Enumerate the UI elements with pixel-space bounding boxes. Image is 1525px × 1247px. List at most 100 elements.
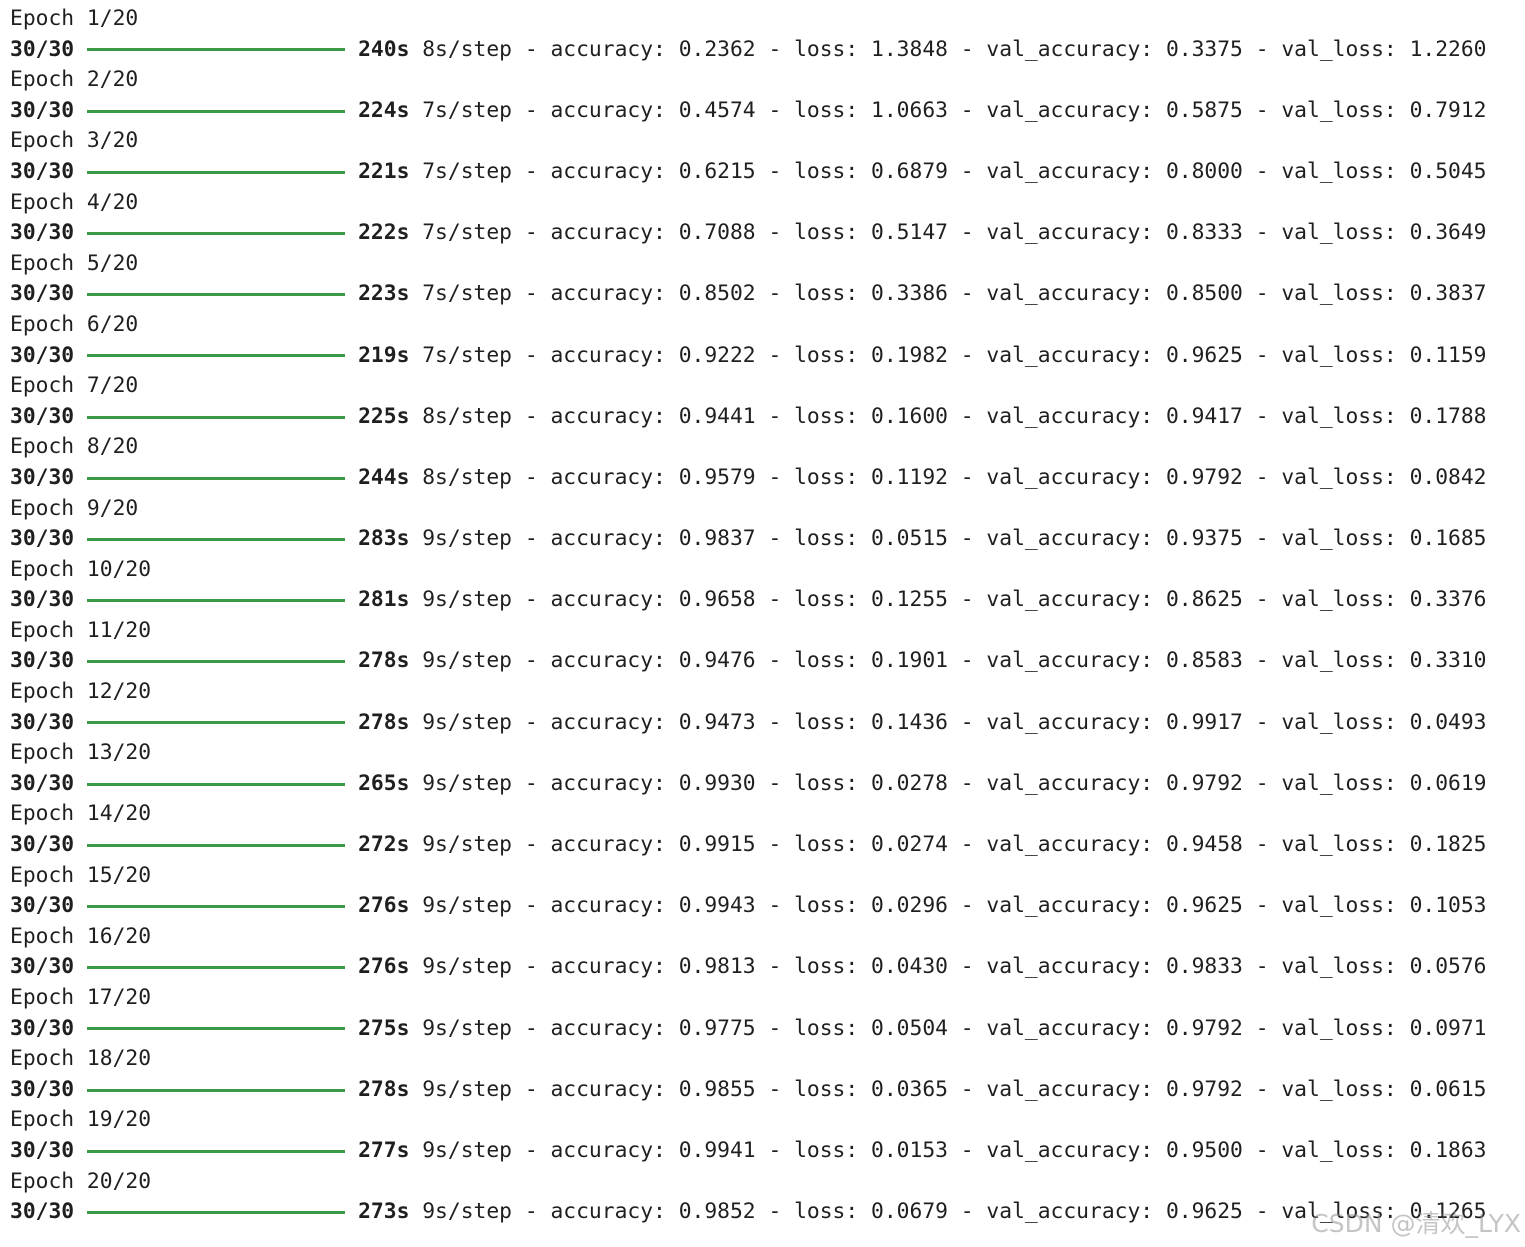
separator-text: - loss: [755,832,872,858]
separator-text [409,1197,422,1228]
separator-text: - accuracy: [512,526,679,552]
progress-bar [87,109,346,113]
separator-text: - loss: [755,97,872,123]
step-count: 30/30 [10,403,75,429]
val-accuracy-value: 0.9792 [1165,770,1243,796]
val-loss-value: 0.7912 [1409,97,1487,123]
epoch-summary-line: 30/30 283s 9s/step - accuracy: 0.9837 - l… [10,524,1487,555]
per-step-time: 9s/step [422,770,512,796]
loss-value: 1.0663 [871,97,948,123]
val-loss-value: 0.1159 [1409,342,1487,368]
separator-text [409,218,422,249]
epoch-header: Epoch 16/20 [10,923,152,949]
separator-text: - val_accuracy: [947,1137,1166,1163]
loss-value: 0.0296 [871,893,948,919]
per-step-time: 7s/step [422,342,512,368]
step-count: 30/30 [10,648,75,674]
epoch-summary-line: 30/30 240s 8s/step - accuracy: 0.2362 - l… [10,35,1487,66]
progress-bar [87,599,346,603]
val-accuracy-value: 0.3375 [1165,36,1243,62]
separator-text: - accuracy: [512,1137,679,1163]
val-loss-value: 0.5045 [1409,158,1487,184]
separator-text: - accuracy: [512,464,679,490]
val-loss-value: 0.0576 [1409,954,1487,980]
val-accuracy-value: 0.8500 [1165,281,1243,307]
accuracy-value: 0.9915 [678,832,756,858]
epoch-summary-line: 30/30 276s 9s/step - accuracy: 0.9943 - l… [10,891,1487,922]
accuracy-value: 0.9855 [678,1076,756,1102]
val-loss-value: 0.3376 [1409,587,1487,613]
val-accuracy-value: 0.5875 [1165,97,1243,123]
separator-text: - loss: [755,648,872,674]
separator-text [409,585,422,616]
accuracy-value: 0.6215 [678,158,756,184]
separator-text: - loss: [755,1076,872,1102]
epoch-summary-line: 30/30 244s 8s/step - accuracy: 0.9579 - l… [10,463,1487,494]
separator-text: - val_accuracy: [947,464,1166,490]
separator-text: - loss: [755,281,872,307]
epoch-time: 283s [358,526,410,552]
per-step-time: 7s/step [422,158,512,184]
progress-bar [87,354,346,358]
epoch-time: 276s [358,954,410,980]
val-accuracy-value: 0.9917 [1165,709,1243,735]
progress-bar [87,48,346,52]
val-loss-value: 0.0971 [1409,1015,1487,1041]
epoch-summary-line: 30/30 221s 7s/step - accuracy: 0.6215 - l… [10,157,1487,188]
separator-text: - accuracy: [512,220,679,246]
accuracy-value: 0.8502 [678,281,756,307]
separator-text: - val_accuracy: [947,36,1166,62]
separator-text: - val_accuracy: [947,1076,1166,1102]
val-loss-value: 0.1265 [1409,1199,1487,1225]
separator-text: - val_accuracy: [947,220,1166,246]
val-accuracy-value: 0.8333 [1165,220,1243,246]
separator-text: - val_accuracy: [947,403,1166,429]
separator-text: - loss: [755,1199,872,1225]
epoch-time: 221s [358,158,410,184]
separator-text [409,891,422,922]
epoch-header: Epoch 18/20 [10,1046,152,1072]
progress-bar [87,843,346,847]
separator-text [409,830,422,861]
separator-text: - val_loss: [1242,954,1410,980]
step-count: 30/30 [10,281,75,307]
separator-text: - val_loss: [1242,526,1410,552]
accuracy-value: 0.9930 [678,770,756,796]
step-count: 30/30 [10,220,75,246]
step-count: 30/30 [10,526,75,552]
epoch-summary-line: 30/30 278s 9s/step - accuracy: 0.9855 - l… [10,1075,1487,1106]
separator-text: - loss: [755,342,872,368]
per-step-time: 7s/step [422,97,512,123]
separator-text [409,157,422,188]
separator-text: - loss: [755,1015,872,1041]
epoch-time: 278s [358,648,410,674]
epoch-summary-line: 30/30 223s 7s/step - accuracy: 0.8502 - l… [10,279,1487,310]
progress-bar [87,1210,346,1214]
separator-text: - accuracy: [512,342,679,368]
per-step-time: 9s/step [422,587,512,613]
separator-text [409,646,422,677]
accuracy-value: 0.9943 [678,893,756,919]
separator-text: - accuracy: [512,1015,679,1041]
loss-value: 0.1982 [871,342,948,368]
training-log: Epoch 1/20 30/30 240s 8s/step - accuracy: … [10,4,1487,1228]
epoch-time: 272s [358,832,410,858]
epoch-summary-line: 30/30 278s 9s/step - accuracy: 0.9476 - l… [10,646,1487,677]
progress-bar [87,721,346,725]
val-accuracy-value: 0.9625 [1165,342,1243,368]
epoch-time: 222s [358,220,410,246]
val-accuracy-value: 0.8583 [1165,648,1243,674]
val-loss-value: 0.0619 [1409,770,1487,796]
separator-text: - loss: [755,526,872,552]
separator-text: - accuracy: [512,1076,679,1102]
val-loss-value: 0.1825 [1409,832,1487,858]
val-accuracy-value: 0.9375 [1165,526,1243,552]
epoch-header: Epoch 11/20 [10,617,152,643]
val-loss-value: 1.2260 [1409,36,1487,62]
separator-text [409,1014,422,1045]
loss-value: 0.1255 [871,587,948,613]
per-step-time: 9s/step [422,954,512,980]
epoch-header: Epoch 1/20 [10,6,139,31]
val-accuracy-value: 0.9417 [1165,403,1243,429]
progress-bar [87,1149,346,1153]
